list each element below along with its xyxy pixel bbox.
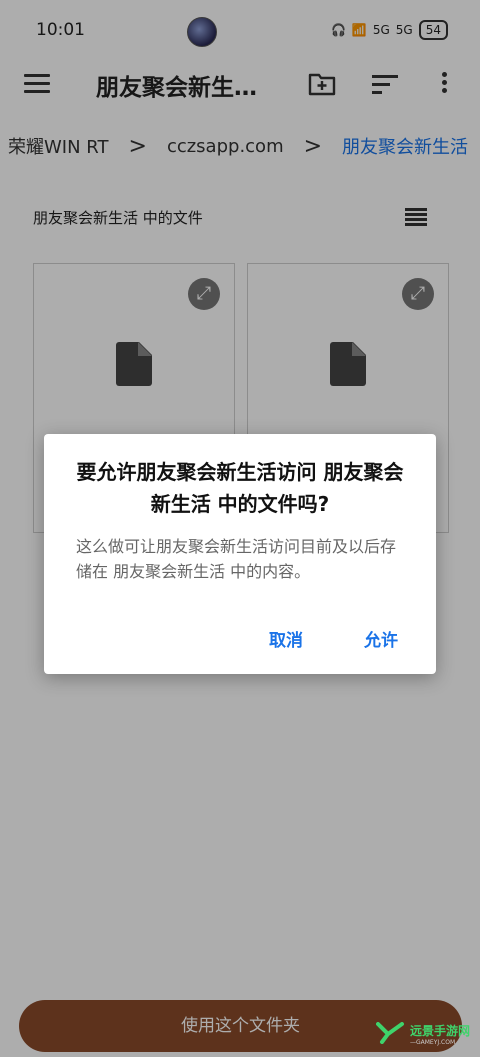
allow-button[interactable]: 允许 [364, 626, 398, 651]
screen: 10:01 🎧 📶 5G 5G 54 朋友聚会新生… 荣耀WIN RT > cc [0, 0, 480, 1057]
permission-dialog: 要允许朋友聚会新生活访问 朋友聚会新生活 中的文件吗? 这么做可让朋友聚会新生活… [44, 434, 436, 674]
watermark: 远景手游网 —GAMEYJ.COM [375, 1020, 470, 1046]
dialog-title: 要允许朋友聚会新生活访问 朋友聚会新生活 中的文件吗? [76, 460, 404, 516]
watermark-text: 远景手游网 [409, 1024, 470, 1038]
cancel-button[interactable]: 取消 [269, 626, 303, 651]
watermark-sub: —GAMEYJ.COM [409, 1039, 456, 1046]
watermark-logo-icon [375, 1022, 404, 1044]
dialog-message: 这么做可让朋友聚会新生活访问目前及以后存储在 朋友聚会新生活 中的内容。 [76, 537, 397, 581]
